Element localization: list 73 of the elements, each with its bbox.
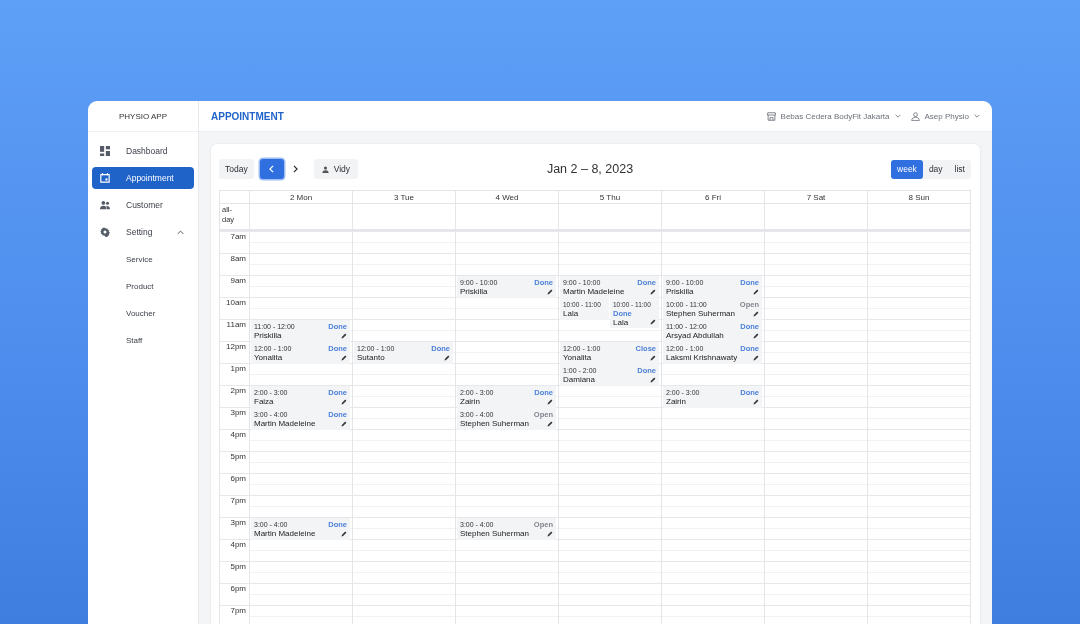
calendar-icon [100,173,110,183]
time-label: 8am [230,254,246,263]
store-icon [766,111,776,121]
edit-icon[interactable] [650,376,656,383]
chevron-right-icon [293,165,299,173]
day-header: 2 Mon [289,192,313,202]
time-label: 5pm [230,562,246,571]
time-label: 7pm [230,496,246,505]
date-range-title: Jan 2 – 8, 2023 [546,162,634,176]
time-label: 6pm [230,474,246,483]
user-dropdown[interactable]: Asep Physio [910,111,980,121]
chevron-left-icon [269,165,275,173]
day-header: 8 Sun [908,192,930,202]
edit-icon[interactable] [547,398,553,405]
sidebar-item[interactable]: Dashboard [92,140,194,162]
time-label: 4pm [230,430,246,439]
edit-icon[interactable] [547,288,553,295]
time-label: 11am [226,320,246,329]
edit-icon[interactable] [650,288,656,295]
sidebar-item[interactable]: Appointment [92,167,194,189]
chevron-icon [974,114,980,118]
time-label: 5pm [230,452,246,461]
edit-icon[interactable] [753,332,759,339]
sidebar-item[interactable]: Customer [92,194,194,216]
view-tab[interactable]: list [948,159,971,179]
day-header: 5 Thu [599,192,621,202]
sidebar-subitem[interactable]: Staff [92,329,194,351]
edit-icon[interactable] [341,420,347,427]
edit-icon[interactable] [650,354,656,361]
edit-icon[interactable] [341,398,347,405]
edit-icon[interactable] [341,530,347,537]
edit-icon[interactable] [444,354,450,361]
chevron-icon [894,114,901,118]
time-label: 3pm [230,408,246,417]
location-dropdown[interactable]: Bebas Cedera BodyFit Jakarta [766,111,901,121]
time-label: 6pm [230,584,246,593]
time-label: 7pm [230,606,246,615]
people-icon [100,200,110,210]
sidebar-subitem[interactable]: Service [92,248,194,270]
edit-icon[interactable] [650,319,656,325]
edit-icon[interactable] [753,310,759,317]
day-header: 3 Tue [394,192,414,202]
day-header: 7 Sat [806,192,826,202]
today-button[interactable]: Today [219,159,254,179]
time-label: 4pm [230,540,246,549]
sidebar-subitem[interactable]: Product [92,275,194,297]
sidebar-subitem[interactable]: Voucher [92,302,194,324]
edit-icon[interactable] [753,354,759,361]
day-header: 4 Wed [495,192,519,202]
page-title: APPOINTMENT [211,110,284,122]
time-label: 12pm [226,342,246,351]
dashboard-icon [100,146,110,156]
edit-icon[interactable] [753,288,759,295]
view-tab[interactable]: day [922,159,949,179]
time-label: 9am [230,276,246,285]
user-icon [910,111,920,121]
app-name: PHYSIO APP [119,111,167,121]
edit-icon[interactable] [341,332,347,339]
edit-icon[interactable] [341,354,347,361]
sidebar-item[interactable]: Setting [92,221,194,243]
person-icon [321,165,329,173]
edit-icon[interactable] [547,420,553,427]
edit-icon[interactable] [547,530,553,537]
time-label: 7am [230,232,246,241]
day-header: 6 Fri [705,192,721,202]
gear-icon [100,227,110,237]
staff-filter-button[interactable]: Vidy [313,159,359,179]
time-label: 10am [226,298,246,307]
time-label: 2pm [230,386,246,395]
edit-icon[interactable] [753,398,759,405]
time-label: 3pm [230,518,246,527]
time-label: 1pm [230,364,246,373]
view-tab[interactable]: week [891,159,923,179]
